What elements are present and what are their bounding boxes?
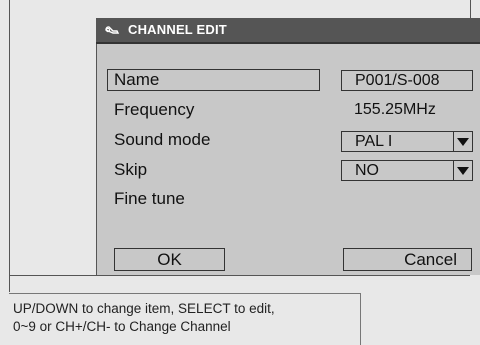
- sound-mode-dropdown[interactable]: PAL I: [341, 131, 473, 152]
- ok-button[interactable]: OK: [114, 248, 225, 271]
- frequency-value: 155.25MHz: [354, 101, 436, 118]
- sound-mode-label: Sound mode: [114, 130, 211, 149]
- skip-dropdown[interactable]: NO: [341, 160, 473, 181]
- help-text-line-2: 0~9 or CH+/CH- to Change Channel: [13, 319, 231, 334]
- chevron-down-icon[interactable]: [453, 132, 472, 151]
- help-text-line-1: UP/DOWN to change item, SELECT to edit,: [13, 301, 275, 316]
- wrench-icon: [104, 22, 120, 38]
- chevron-down-icon[interactable]: [453, 161, 472, 180]
- dialog-title: CHANNEL EDIT: [128, 22, 227, 37]
- name-label: Name: [114, 70, 160, 89]
- status-help-panel: UP/DOWN to change item, SELECT to edit, …: [9, 293, 361, 345]
- skip-label: Skip: [114, 160, 148, 179]
- frequency-label: Frequency: [114, 100, 195, 119]
- frame-bottom-edge: [9, 275, 470, 276]
- dialog-titlebar: CHANNEL EDIT: [96, 18, 480, 44]
- frame-left-edge: [9, 0, 10, 292]
- fine-tune-label: Fine tune: [114, 189, 185, 208]
- cancel-button[interactable]: Cancel: [343, 248, 472, 271]
- skip-value: NO: [355, 162, 379, 179]
- sound-mode-value: PAL I: [355, 133, 393, 150]
- name-value-field[interactable]: P001/S-008: [341, 70, 473, 91]
